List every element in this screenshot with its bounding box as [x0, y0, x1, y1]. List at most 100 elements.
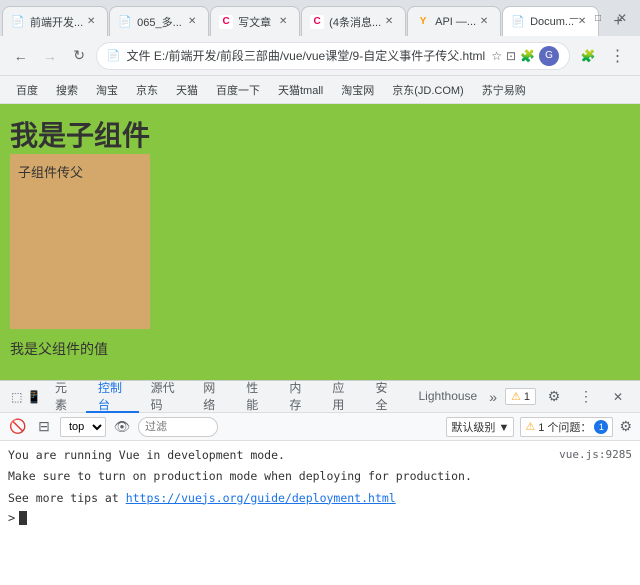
devtools-more-tabs[interactable]: »: [489, 389, 497, 405]
console-line-3: See more tips at https://vuejs.org/guide…: [0, 488, 640, 509]
vue-deployment-link[interactable]: https://vuejs.org/guide/deployment.html: [126, 491, 396, 505]
bookmark-jdcom[interactable]: 京东(JD.COM): [384, 79, 472, 101]
devtools-tab-network[interactable]: 网络: [191, 381, 234, 413]
tab-1-favicon: 📄: [11, 15, 25, 29]
devtools-issues-badge[interactable]: ⚠ 1: [505, 388, 536, 405]
tab-5-close[interactable]: ✕: [476, 14, 492, 30]
address-text: 文件 E:/前端开发/前段三部曲/vue/vue课堂/9-自定义事件子传父.ht…: [127, 47, 486, 64]
tab-6-favicon: 📄: [511, 15, 525, 29]
bookmark-taobao-net-label: 淘宝网: [341, 82, 374, 98]
tab-3-label: 写文章: [238, 14, 275, 30]
tab-2-close[interactable]: ✕: [184, 14, 200, 30]
console-prompt: >: [0, 509, 640, 527]
bookmarks-bar: 百度 搜索 淘宝 京东 天猫 百度一下 天猫tmall 淘宝网 京东(JD.CO…: [0, 76, 640, 104]
devtools-options-button[interactable]: ⋮: [572, 383, 600, 411]
console-context-select[interactable]: top: [60, 417, 106, 437]
bookmark-taobao[interactable]: 淘宝: [88, 79, 126, 101]
bookmark-suning[interactable]: 苏宁易购: [474, 79, 534, 101]
tab-4-label: (4条消息...: [329, 14, 381, 30]
menu-button[interactable]: ⋮: [604, 42, 632, 70]
address-bar[interactable]: 📄 文件 E:/前端开发/前段三部曲/vue/vue课堂/9-自定义事件子传父.…: [96, 42, 570, 70]
tab-2-favicon: 📄: [118, 15, 132, 29]
devtools-tab-application[interactable]: 应用: [320, 381, 363, 413]
toolbar-right: 默认级别 ▼ ⚠ 1 个问题： 1 ⚙: [446, 417, 632, 437]
devtools-close-button[interactable]: ✕: [604, 383, 632, 411]
page-content: 我是子组件 子组件传父 我是父组件的值: [0, 104, 640, 380]
bookmark-baidu[interactable]: 百度: [8, 79, 46, 101]
devtools-settings-gear[interactable]: ⚙: [619, 418, 632, 435]
bookmark-baidu-search[interactable]: 百度一下: [208, 79, 268, 101]
bookmark-search-label: 搜索: [56, 82, 78, 98]
bookmark-tmall[interactable]: 天猫: [168, 79, 206, 101]
devtools-tab-console[interactable]: 控制台: [86, 381, 139, 413]
address-icons: ☆ ⊡ 🧩 G: [491, 46, 559, 66]
tab-5-label: API —...: [435, 16, 476, 28]
tab-3[interactable]: C 写文章 ✕: [210, 6, 300, 36]
console-line-2: Make sure to turn on production mode whe…: [0, 466, 640, 487]
back-button[interactable]: ←: [8, 42, 33, 70]
console-filter-input[interactable]: [138, 417, 218, 437]
bookmark-search[interactable]: 搜索: [48, 79, 86, 101]
bookmark-jdcom-label: 京东(JD.COM): [392, 82, 464, 98]
forward-button[interactable]: →: [37, 42, 62, 70]
bookmark-baidu-label: 百度: [16, 82, 38, 98]
tab-1-close[interactable]: ✕: [83, 14, 99, 30]
child-title: 我是子组件: [10, 114, 150, 154]
nav-bar: ← → ↻ 📄 文件 E:/前端开发/前段三部曲/vue/vue课堂/9-自定义…: [0, 36, 640, 76]
devtools-tab-sources[interactable]: 源代码: [139, 381, 192, 413]
issues-warning-icon2: ⚠: [525, 420, 535, 433]
devtools-settings-button[interactable]: ⚙: [540, 383, 568, 411]
tab-3-close[interactable]: ✕: [275, 14, 291, 30]
devtools-tab-performance[interactable]: 性能: [234, 381, 277, 413]
issue-badge-count: 1: [594, 420, 608, 434]
issues-count-badge[interactable]: ⚠ 1 个问题： 1: [520, 417, 613, 437]
console-eye-button[interactable]: 👁: [112, 417, 132, 437]
bookmark-jd-label: 京东: [136, 82, 158, 98]
minimize-btn[interactable]: ─: [566, 10, 582, 26]
nav-right: 🧩 ⋮: [574, 42, 632, 70]
child-to-parent-button[interactable]: 子组件传父: [18, 162, 83, 181]
close-btn[interactable]: ✕: [614, 10, 630, 26]
console-filter-button[interactable]: ⊟: [34, 417, 54, 437]
devtools-tab-elements[interactable]: 元素: [43, 381, 86, 413]
prompt-cursor[interactable]: [19, 511, 27, 525]
address-lock-icon: 📄: [107, 49, 121, 62]
tab-3-favicon: C: [219, 15, 233, 29]
bookmark-taobao-net[interactable]: 淘宝网: [333, 79, 382, 101]
extension-icon[interactable]: 🧩: [520, 49, 535, 63]
vue-source-ref-1: vue.js:9285: [559, 447, 632, 464]
bookmark-baidu-search-label: 百度一下: [216, 82, 260, 98]
tab-4[interactable]: C (4条消息... ✕: [301, 6, 406, 36]
devtools-tab-lighthouse[interactable]: Lighthouse: [407, 381, 490, 413]
tab-5-favicon: Y: [416, 15, 430, 29]
devtools-tab-security[interactable]: 安全: [363, 381, 406, 413]
devtools-tab-memory[interactable]: 内存: [277, 381, 320, 413]
bookmark-tmall2[interactable]: 天猫tmall: [270, 79, 331, 101]
bookmark-jd[interactable]: 京东: [128, 79, 166, 101]
tab-1-label: 前端开发...: [30, 14, 83, 30]
tab-5[interactable]: Y API —... ✕: [407, 6, 501, 36]
profile-icon[interactable]: G: [539, 46, 559, 66]
issues-warning-icon: ⚠: [511, 390, 521, 403]
child-box: 子组件传父: [10, 154, 150, 329]
maximize-btn[interactable]: □: [590, 10, 606, 26]
devtools-inspect-button[interactable]: ⬚: [8, 386, 25, 408]
tab-2[interactable]: 📄 065_多... ✕: [109, 6, 209, 36]
browser-window: ─ □ ✕ 📄 前端开发... ✕ 📄 065_多... ✕ C 写文章 ✕ C…: [0, 0, 640, 585]
bookmark-suning-label: 苏宁易购: [482, 82, 526, 98]
devtools: ⬚ 📱 元素 控制台 源代码 网络 性能 内存: [0, 380, 640, 585]
console-clear-button[interactable]: 🚫: [8, 417, 28, 437]
bookmark-tmall-label: 天猫: [176, 82, 198, 98]
parent-text: 我是父组件的值: [10, 339, 108, 359]
devtools-tabs: ⬚ 📱 元素 控制台 源代码 网络 性能 内存: [0, 381, 640, 413]
vue-app: 我是子组件 子组件传父 我是父组件的值: [0, 104, 640, 380]
bookmark-star-icon[interactable]: ☆: [491, 49, 502, 63]
extensions-button[interactable]: 🧩: [574, 42, 602, 70]
devtools-device-button[interactable]: 📱: [25, 386, 42, 408]
tab-4-close[interactable]: ✕: [381, 14, 397, 30]
default-level-select[interactable]: 默认级别 ▼: [446, 417, 514, 437]
devtools-toolbar: 🚫 ⊟ top 👁 默认级别 ▼ ⚠ 1 个问题： 1 ⚙: [0, 413, 640, 441]
reader-mode-icon[interactable]: ⊡: [506, 49, 516, 63]
tab-1[interactable]: 📄 前端开发... ✕: [2, 6, 108, 36]
reload-button[interactable]: ↻: [67, 42, 92, 70]
